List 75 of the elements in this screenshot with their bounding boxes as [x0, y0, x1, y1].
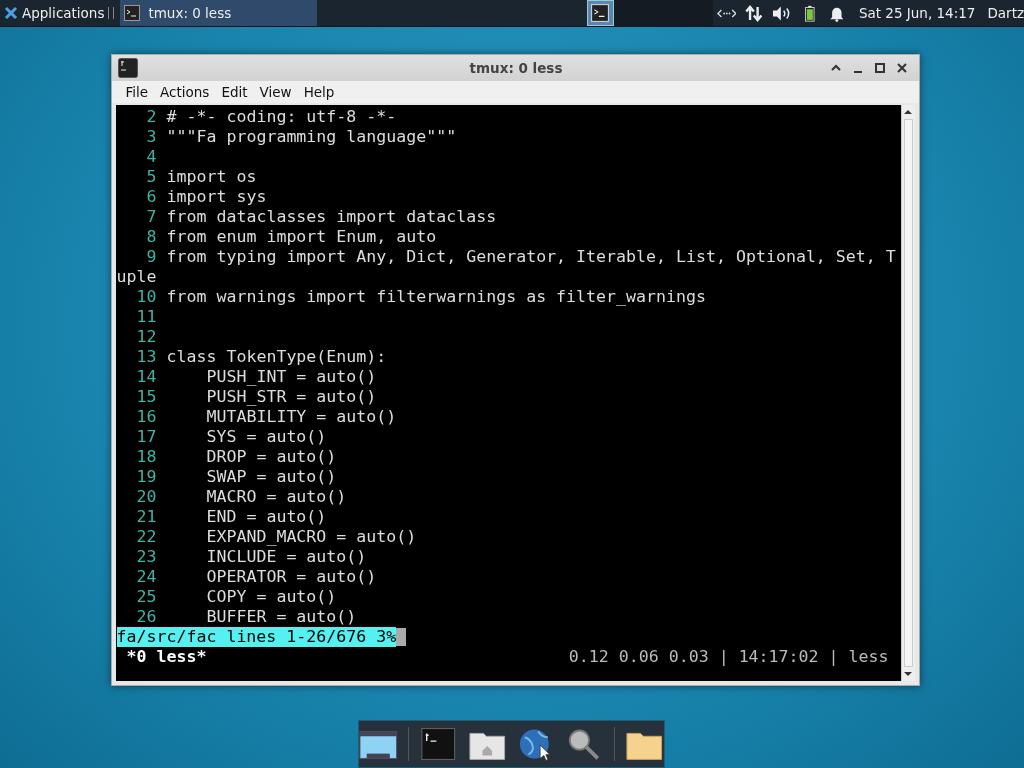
code-line: # -*- coding: utf-8 -*- — [166, 107, 397, 127]
tmux-window: *0 less* — [126, 647, 569, 667]
code-line: BUFFER = auto() — [205, 607, 357, 627]
scroll-up-icon[interactable] — [902, 108, 913, 116]
line-number: 21 — [135, 507, 157, 527]
code-line: import os — [166, 167, 257, 187]
line-number: 15 — [135, 387, 157, 407]
line-number: 26 — [135, 607, 157, 627]
code-line: from typing import Any, Dict, Generator, Iterable, List, Optional, Set, T — [166, 247, 896, 267]
clock[interactable]: Sat 25 Jun, 14:17 — [858, 5, 976, 21]
line-number: 23 — [135, 547, 157, 567]
window-title: tmux: 0 less — [468, 60, 564, 76]
line-number: 10 — [135, 287, 157, 307]
menu-item[interactable]: Help — [297, 84, 341, 100]
line-number: 5 — [145, 167, 157, 187]
line-number: 6 — [145, 187, 157, 207]
terminal-icon — [124, 5, 141, 21]
taskbar-button[interactable]: tmux: 0 less — [120, 0, 318, 26]
line-number: 16 — [135, 407, 157, 427]
line-number: 2 — [145, 107, 157, 127]
less-status: fa/src/fac lines 1-26/676 3% — [116, 627, 397, 647]
code-line: DROP = auto() — [205, 447, 337, 467]
line-number: 14 — [135, 367, 157, 387]
code-line: import sys — [166, 187, 267, 207]
code-line: uple — [116, 267, 157, 287]
x-mouse-icon — [4, 6, 18, 20]
line-number: 11 — [135, 307, 157, 327]
handle-icon — [108, 7, 115, 19]
code-line: from warnings import filterwarnings as filter_warnings — [166, 287, 706, 307]
menu-item[interactable]: Actions — [154, 84, 216, 100]
user-name[interactable]: Dartz — [987, 5, 1024, 21]
maximize-icon[interactable] — [873, 62, 886, 74]
terminal-icon — [591, 4, 610, 22]
menu-item[interactable]: Edit — [215, 84, 254, 100]
line-number: 24 — [135, 567, 157, 587]
code-line: SWAP = auto() — [205, 467, 337, 487]
menu-item[interactable]: File — [119, 84, 155, 100]
line-number: 3 — [145, 127, 157, 147]
code-line: EXPAND_MACRO = auto() — [205, 527, 417, 547]
line-number: 17 — [135, 427, 157, 447]
code-line: PUSH_INT = auto() — [205, 367, 377, 387]
menu-item[interactable]: View — [253, 84, 298, 100]
line-number: 12 — [135, 327, 157, 347]
code-line: END = auto() — [205, 507, 327, 527]
code-line: from enum import Enum, auto — [166, 227, 437, 247]
tmux-status: 0.12 0.06 0.03 | 14:17:02 | less — [568, 647, 889, 667]
line-number: 4 — [145, 147, 157, 167]
code-line: PUSH_STR = auto() — [205, 387, 377, 407]
line-number: 9 — [145, 247, 157, 267]
scroll-down-icon[interactable] — [902, 670, 913, 678]
line-number: 22 — [135, 527, 157, 547]
terminal-icon — [117, 58, 138, 78]
code-line: from dataclasses import dataclass — [166, 207, 497, 227]
code-line: SYS = auto() — [205, 427, 327, 447]
line-number: 19 — [135, 467, 157, 487]
code-line: COPY = auto() — [205, 587, 337, 607]
workspace-button[interactable] — [586, 0, 615, 26]
applications-menu[interactable]: Applications — [0, 0, 109, 26]
line-number: 7 — [145, 207, 157, 227]
code-line: """Fa programming language""" — [166, 127, 457, 147]
terminal-icon[interactable] — [419, 727, 458, 761]
code-line: MACRO = auto() — [205, 487, 347, 507]
line-number: 13 — [135, 347, 157, 367]
code-line: INCLUDE = auto() — [205, 547, 367, 567]
arrows-icon[interactable] — [744, 4, 764, 22]
line-number: 25 — [135, 587, 157, 607]
cursor — [396, 628, 407, 646]
line-number: 8 — [145, 227, 157, 247]
line-number: 20 — [135, 487, 157, 507]
code-line: class TokenType(Enum): — [166, 347, 387, 367]
line-number: 18 — [135, 447, 157, 467]
code-line: OPERATOR = auto() — [205, 567, 377, 587]
code-line: MUTABILITY = auto() — [205, 407, 397, 427]
volume-icon[interactable] — [771, 4, 792, 22]
close-icon[interactable] — [895, 62, 908, 74]
